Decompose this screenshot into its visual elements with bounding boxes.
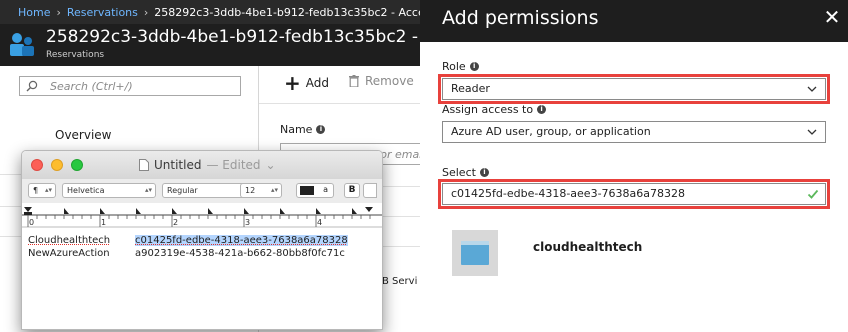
chevron-down-icon: [807, 129, 817, 135]
italic-button[interactable]: [363, 183, 377, 198]
close-window-button[interactable]: [31, 159, 43, 171]
document-line: Cloudhealthtech c01425fd-edbe-4318-aee3-7…: [28, 235, 348, 246]
application-icon: [452, 230, 498, 276]
document-body[interactable]: Cloudhealthtech c01425fd-edbe-4318-aee3-7…: [22, 233, 382, 329]
info-icon[interactable]: i: [316, 125, 326, 134]
assign-access-label-text: Assign access to: [442, 103, 534, 116]
ruler[interactable]: 0 1 2 3 4: [22, 203, 382, 233]
textedit-window: Untitled — Edited ⌄ ¶ ▴▾ Helvetica ▴▾ Regu…: [21, 150, 383, 330]
chevron-down-icon: ⌄: [265, 158, 276, 172]
font-family-value: Helvetica: [67, 186, 105, 195]
format-toolbar: ¶▴▾ Helvetica▴▾ Regular▴▾ 12▴▾ a B: [22, 179, 382, 204]
name-label-text: Name: [280, 123, 313, 136]
paragraph-icon: ¶: [33, 186, 39, 195]
role-select[interactable]: Reader: [442, 78, 826, 100]
ruler-label: 1: [101, 218, 106, 227]
tab-stop-icon: [280, 208, 285, 214]
assign-access-select-value: Azure AD user, group, or application: [451, 125, 651, 138]
resource-header: 258292c3-3ddb-4be1-b912-fedb13c35bc2 - A…: [0, 24, 420, 66]
search-result-name: cloudhealthtech: [533, 240, 643, 254]
account-name: NewAzureAction: [28, 248, 110, 259]
breadcrumb-current: 258292c3-3ddb-4be1-b912-fedb13c35bc2 - A…: [154, 5, 420, 19]
selected-app-id: c01425fd-edbe-4318-aee3-7638a6a78328: [135, 235, 348, 246]
select-label: Select i: [442, 166, 489, 179]
document-name: Untitled: [154, 158, 202, 172]
breadcrumb-separator: ›: [143, 5, 149, 19]
info-icon[interactable]: i: [479, 168, 489, 177]
add-permissions-blade: Add permissions ✕ Role i Reader Assign a…: [420, 0, 848, 332]
info-icon[interactable]: i: [469, 62, 479, 71]
role-select-value: Reader: [451, 82, 490, 95]
add-button-label: Add: [305, 76, 329, 90]
ruler-label: 3: [245, 218, 250, 227]
close-icon: ✕: [823, 5, 841, 29]
select-input-value: c01425fd-edbe-4318-aee3-7638a6a78328: [451, 187, 686, 200]
ruler-label: 2: [173, 218, 178, 227]
account-name: Cloudhealthtech: [28, 235, 111, 246]
role-label: Role i: [442, 60, 479, 73]
tab-stop-icon: [352, 208, 357, 214]
add-button[interactable]: + Add: [284, 71, 329, 95]
sidebar-item-overview[interactable]: Overview: [55, 128, 112, 142]
trash-icon: [349, 75, 359, 87]
bold-button[interactable]: B: [344, 183, 360, 198]
tab-stop-icon: [136, 208, 141, 214]
search-input[interactable]: [50, 78, 230, 94]
font-family-select[interactable]: Helvetica ▴▾: [62, 183, 156, 198]
document-title[interactable]: Untitled — Edited ⌄: [139, 158, 276, 172]
paragraph-style-select[interactable]: ¶ ▴▾: [28, 183, 56, 198]
role-label-text: Role: [442, 60, 466, 73]
window-titlebar[interactable]: Untitled — Edited ⌄: [22, 151, 382, 180]
zoom-window-button[interactable]: [71, 159, 83, 171]
breadcrumb: Home › Reservations › 258292c3-3ddb-4be1…: [0, 0, 420, 24]
service-text: B Servi: [382, 276, 418, 287]
font-size-select[interactable]: 12 ▴▾: [240, 183, 282, 198]
blade-header: Add permissions ✕: [420, 0, 848, 42]
tab-stop-icon: [316, 208, 321, 214]
tab-stop-icon: [100, 208, 105, 214]
app-id: a902319e-4538-421a-b662-80bb8f0fc71c: [135, 248, 345, 259]
select-input[interactable]: c01425fd-edbe-4318-aee3-7638a6a78328: [442, 183, 826, 205]
blade-title: Add permissions: [442, 7, 599, 29]
checkmark-icon: [807, 189, 819, 199]
font-size-value: 12: [245, 186, 256, 195]
document-status: — Edited: [206, 158, 261, 172]
text-color-button[interactable]: a: [296, 183, 334, 198]
document-icon: [139, 159, 149, 171]
page-title: 258292c3-3ddb-4be1-b912-fedb13c35bc2 - A…: [46, 27, 420, 47]
search-box[interactable]: [19, 76, 241, 96]
remove-button-label: Remove: [365, 74, 414, 88]
tab-stop-icon: [172, 208, 177, 214]
remove-button[interactable]: Remove: [349, 74, 414, 88]
tab-stop-icon: [244, 208, 249, 214]
info-icon[interactable]: i: [537, 105, 547, 114]
page-subtitle: Reservations: [46, 50, 105, 60]
tab-stop-icon: [64, 208, 69, 214]
search-icon: [26, 80, 38, 92]
users-icon: [10, 33, 34, 56]
select-label-text: Select: [442, 166, 476, 179]
divider: [259, 103, 420, 104]
minimize-window-button[interactable]: [51, 159, 63, 171]
plus-icon: +: [284, 71, 301, 95]
breadcrumb-separator: ›: [56, 5, 61, 19]
tab-stop-icon: [208, 208, 213, 214]
breadcrumb-reservations[interactable]: Reservations: [67, 6, 138, 19]
ruler-label: 0: [29, 218, 34, 227]
assign-access-label: Assign access to i: [442, 103, 547, 116]
font-style-value: Regular: [167, 186, 198, 195]
close-button[interactable]: ✕: [820, 5, 844, 29]
assign-access-select[interactable]: Azure AD user, group, or application: [442, 121, 826, 143]
name-filter-label: Name i: [280, 123, 326, 136]
document-line: NewAzureAction a902319e-4538-421a-b662-80…: [28, 248, 345, 259]
ruler-label: 4: [317, 218, 322, 227]
breadcrumb-home[interactable]: Home: [18, 6, 50, 19]
chevron-down-icon: [807, 86, 817, 92]
search-result-item[interactable]: cloudhealthtech: [442, 224, 826, 284]
format-glyph: a: [323, 185, 328, 194]
